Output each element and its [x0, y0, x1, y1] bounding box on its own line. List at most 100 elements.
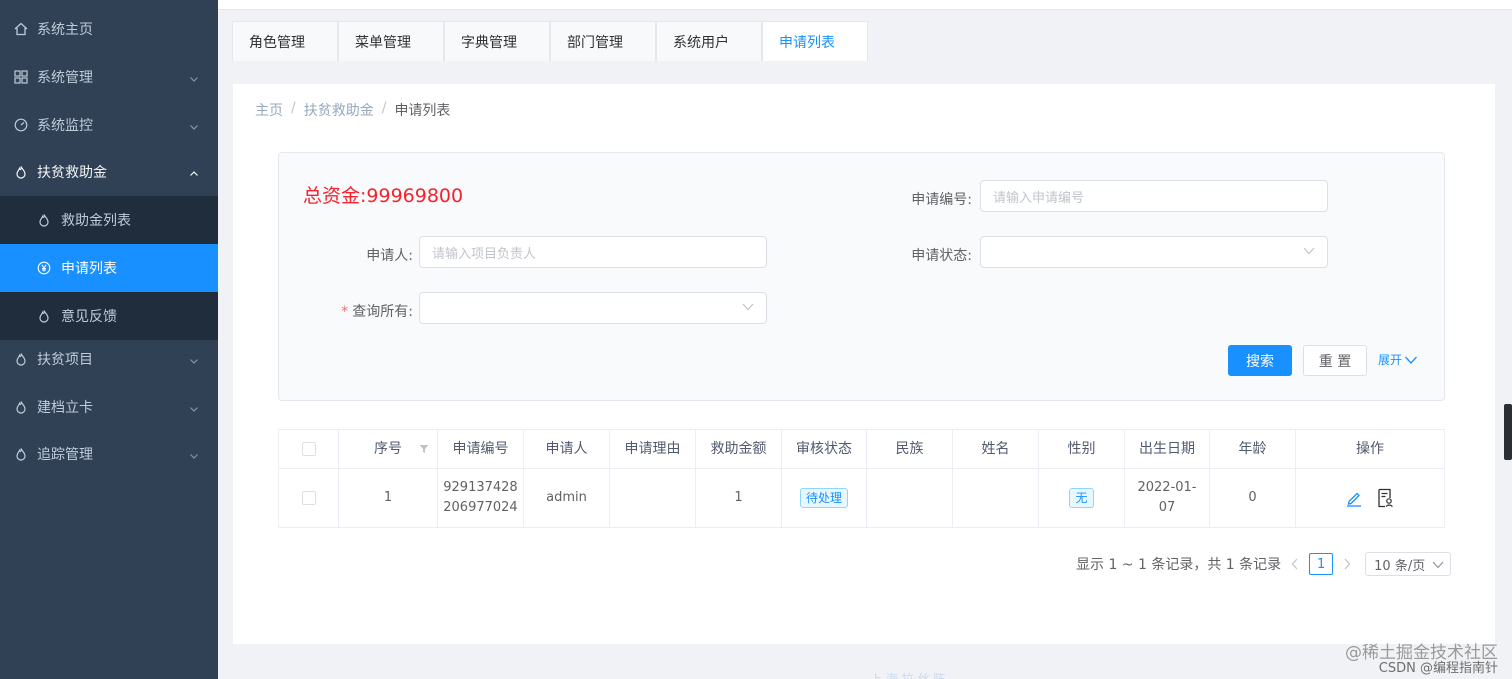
header-apply-no: 申请编号 — [438, 430, 524, 468]
dashboard-icon — [14, 118, 28, 132]
sidebar-item-poverty-fund[interactable]: 扶贫救助金 — [0, 148, 218, 196]
breadcrumb-home[interactable]: 主页 — [255, 100, 283, 120]
yen-icon — [37, 261, 51, 275]
status-select[interactable] — [980, 236, 1328, 268]
filter-icon[interactable] — [419, 444, 429, 454]
side-widget[interactable] — [1504, 404, 1512, 460]
cell-birth: 2022-01- 07 — [1125, 469, 1210, 527]
sidebar-item-label: 系统管理 — [37, 70, 93, 86]
header-index: 序号 — [339, 430, 438, 468]
cell-birth-line1: 2022-01- — [1137, 480, 1197, 495]
expand-link[interactable]: 展开 — [1378, 351, 1418, 368]
sidebar-item-system-monitor[interactable]: 系统监控 — [0, 101, 218, 149]
chevron-down-icon — [1432, 561, 1444, 569]
top-navbar — [218, 0, 1512, 10]
apply-table: 序号 申请编号 申请人 申请理由 救助金额 审核状态 民族 姓名 性别 出生日期… — [278, 429, 1445, 528]
search-button[interactable]: 搜索 — [1228, 345, 1292, 376]
gender-badge: 无 — [1069, 488, 1094, 508]
sidebar-item-label: 救助金列表 — [61, 213, 131, 229]
sidebar-item-archive-card[interactable]: 建档立卡 — [0, 383, 218, 431]
drop-icon — [37, 309, 51, 323]
chevron-left-icon[interactable] — [1289, 557, 1301, 571]
search-form: 总资金:99969800 申请编号: 请输入申请编号 申请人: 请输入项目负责人… — [278, 152, 1445, 401]
applicant-label: 申请人: — [366, 248, 413, 264]
header-applicant: 申请人 — [524, 430, 610, 468]
header-birth: 出生日期 — [1125, 430, 1210, 468]
row-checkbox-cell — [279, 469, 339, 527]
cell-nation — [867, 469, 953, 527]
cell-birth-line2: 07 — [1158, 500, 1176, 515]
chevron-down-icon — [189, 72, 199, 82]
cell-apply-no-line2: 206977024 — [443, 500, 518, 515]
chevron-down-icon — [189, 120, 199, 130]
cell-actions — [1296, 469, 1444, 527]
cell-amount: 1 — [696, 469, 782, 527]
sidebar-item-apply-list[interactable]: 申请列表 — [0, 244, 218, 292]
cell-audit-status: 待处理 — [782, 469, 867, 527]
sidebar-item-label: 扶贫救助金 — [37, 165, 107, 181]
header-index-label: 序号 — [374, 441, 402, 457]
breadcrumb-parent: 扶贫救助金 — [303, 103, 374, 119]
page-size-select[interactable]: 10 条/页 — [1365, 552, 1452, 576]
select-all-checkbox[interactable] — [301, 442, 316, 456]
sidebar-item-poverty-project[interactable]: 扶贫项目 — [0, 335, 218, 383]
chevron-down-icon — [1303, 247, 1315, 255]
sidebar-item-label: 系统监控 — [37, 118, 93, 134]
chevron-down-icon — [189, 449, 199, 459]
query-all-label-text: 查询所有: — [352, 304, 413, 320]
tab-dict-manage[interactable]: 字典管理 — [444, 21, 550, 61]
header-audit-status: 审核状态 — [782, 430, 867, 468]
sidebar-item-fund-list[interactable]: 救助金列表 — [0, 196, 218, 244]
sidebar-item-feedback[interactable]: 意见反馈 — [0, 292, 218, 340]
sidebar-item-label: 申请列表 — [61, 261, 117, 277]
tags-view: 角色管理 菜单管理 字典管理 部门管理 系统用户 申请列表 — [232, 21, 868, 61]
tab-menu-manage[interactable]: 菜单管理 — [338, 21, 444, 61]
tab-role-manage[interactable]: 角色管理 — [232, 21, 338, 61]
tab-dept-manage[interactable]: 部门管理 — [550, 21, 656, 61]
total-fund: 总资金:99969800 — [303, 185, 464, 207]
cell-apply-no: 929137428 206977024 — [438, 469, 524, 527]
sidebar-item-tracking[interactable]: 追踪管理 — [0, 430, 218, 478]
row-checkbox[interactable] — [301, 491, 316, 505]
breadcrumb-separator: / — [291, 100, 296, 116]
breadcrumb: 主页 / 扶贫救助金 / 申请列表 — [255, 100, 450, 120]
audit-document-icon[interactable] — [1377, 488, 1395, 508]
cell-apply-no-line1: 929137428 — [443, 480, 518, 495]
sidebar-item-system-manage[interactable]: 系统管理 — [0, 53, 218, 101]
chevron-down-icon — [189, 402, 199, 412]
drop-icon — [14, 165, 28, 179]
table-header: 序号 申请编号 申请人 申请理由 救助金额 审核状态 民族 姓名 性别 出生日期… — [279, 430, 1444, 469]
sidebar: 系统主页 系统管理 系统监控 扶贫救助金 救助金列表 申请列表 意见反馈 扶贫项… — [0, 0, 218, 679]
header-gender: 性别 — [1039, 430, 1125, 468]
sidebar-item-label: 系统主页 — [37, 22, 93, 38]
cell-index: 1 — [339, 469, 438, 527]
applicant-input[interactable]: 请输入项目负责人 — [419, 236, 767, 268]
header-actions: 操作 — [1356, 441, 1384, 457]
apply-no-input[interactable]: 请输入申请编号 — [980, 180, 1328, 212]
query-all-select[interactable] — [419, 292, 767, 324]
chevron-right-icon[interactable] — [1341, 557, 1353, 571]
reset-button[interactable]: 重 置 — [1303, 345, 1367, 376]
header-age: 年龄 — [1210, 430, 1296, 468]
main-content: 主页 / 扶贫救助金 / 申请列表 总资金:99969800 申请编号: 请输入… — [233, 84, 1495, 644]
page-number[interactable]: 1 — [1309, 553, 1334, 575]
grid-icon — [14, 70, 28, 84]
tab-apply-list[interactable]: 申请列表 — [762, 21, 868, 61]
cell-reason — [610, 469, 696, 527]
page-size-value: 10 条/页 — [1374, 558, 1426, 574]
header-checkbox-cell — [279, 430, 339, 468]
pagination-summary: 显示 1 ~ 1 条记录，共 1 条记录 — [1076, 557, 1282, 573]
sidebar-item-label: 扶贫项目 — [37, 352, 93, 368]
pagination: 显示 1 ~ 1 条记录，共 1 条记录 1 10 条/页 — [1076, 552, 1452, 576]
sidebar-item-label: 意见反馈 — [61, 309, 117, 325]
header-nation: 民族 — [867, 430, 953, 468]
chevron-down-icon — [742, 303, 754, 311]
query-all-label: * 查询所有: — [341, 304, 413, 320]
sidebar-item-label: 建档立卡 — [37, 400, 93, 416]
expand-link-label: 展开 — [1378, 353, 1403, 367]
breadcrumb-current: 申请列表 — [394, 103, 451, 119]
sidebar-item-home[interactable]: 系统主页 — [0, 5, 218, 53]
tab-system-user[interactable]: 系统用户 — [656, 21, 762, 61]
edit-icon[interactable] — [1345, 489, 1363, 507]
cell-gender: 无 — [1039, 469, 1125, 527]
